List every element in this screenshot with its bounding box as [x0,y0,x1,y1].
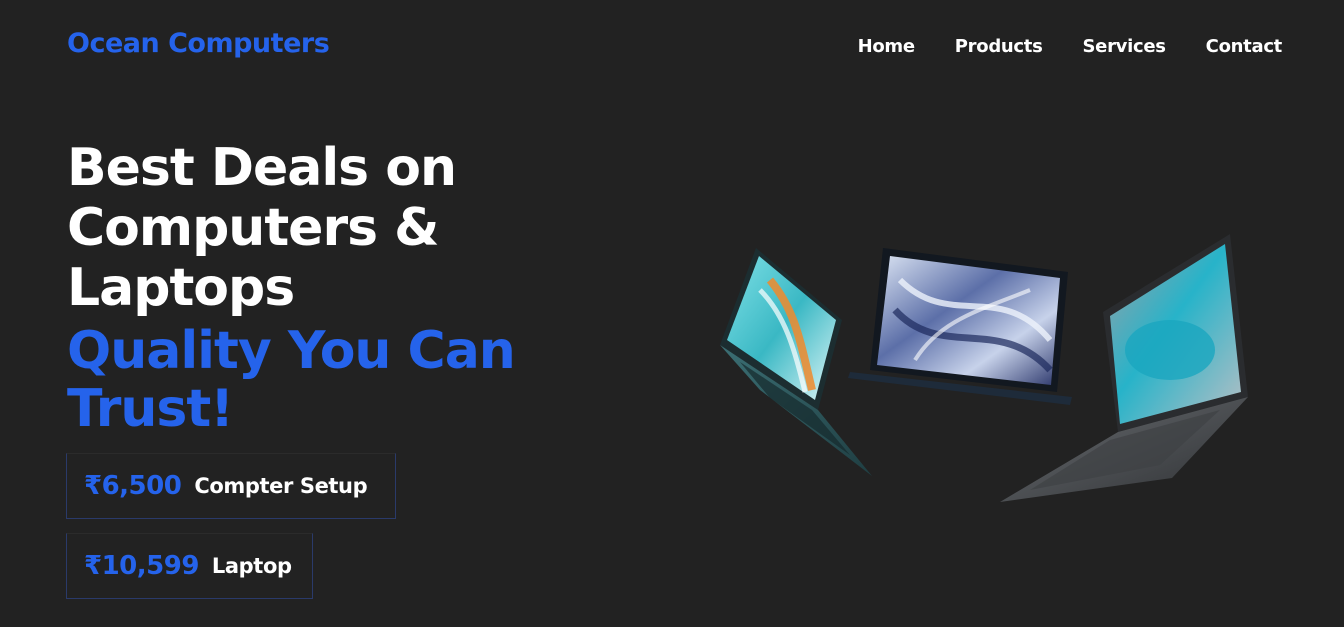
nav-home[interactable]: Home [858,36,916,57]
main-nav: Home Products Services Contact [858,36,1283,57]
deal-price: ₹10,599 [84,551,199,581]
hero-title-line-3: Laptops [67,258,295,318]
deal-label: Compter Setup [194,474,368,498]
nav-services[interactable]: Services [1083,36,1166,57]
hero-subtitle-line-1: Quality You Can [67,321,516,381]
hero-subtitle: Quality You Can Trust! [67,322,627,438]
hero-section: Best Deals on Computers & Laptops Qualit… [67,138,627,438]
hero-title-line-2: Computers & [67,198,439,258]
laptop-middle-icon [848,248,1072,405]
nav-contact[interactable]: Contact [1206,36,1283,57]
page: Ocean Computers Home Products Services C… [0,0,1344,627]
deal-card-computer-setup[interactable]: ₹6,500 Compter Setup [66,453,396,519]
brand-logo[interactable]: Ocean Computers [67,28,330,59]
laptop-left-icon [720,248,872,476]
deal-card-laptop[interactable]: ₹10,599 Laptop [66,533,313,599]
hero-title-line-1: Best Deals on [67,138,457,198]
deal-label: Laptop [211,554,292,578]
deal-price: ₹6,500 [84,471,182,501]
laptops-illustration [720,234,1248,502]
hero-title: Best Deals on Computers & Laptops [67,138,627,318]
hero-subtitle-line-2: Trust! [67,379,234,439]
nav-products[interactable]: Products [955,36,1043,57]
